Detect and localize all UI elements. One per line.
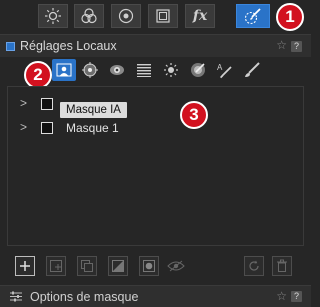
exposure-sun-icon <box>164 63 178 77</box>
control-point-tool[interactable] <box>78 59 102 81</box>
duplicate-icon <box>81 260 93 272</box>
mask-options-title: Options de masque <box>30 290 139 304</box>
crop-frame-icon <box>156 9 170 23</box>
chevron-right-icon[interactable]: > <box>20 96 27 110</box>
reset-icon <box>249 260 259 271</box>
lens-icon <box>118 8 134 24</box>
brush-tool[interactable] <box>240 59 264 81</box>
mask-visibility-checkbox[interactable] <box>41 122 53 134</box>
callout-badge-2: 2 <box>24 61 52 89</box>
callout-badge-3: 3 <box>180 101 208 129</box>
mask-overlay-button[interactable] <box>139 256 159 276</box>
svg-text:A: A <box>217 63 223 72</box>
local-mask-tool-icon <box>56 63 72 77</box>
mask-visibility-checkbox[interactable] <box>41 98 53 110</box>
local-mask-tool[interactable] <box>52 59 76 81</box>
mask-label-tooltip: Masque IA <box>60 102 127 118</box>
favorite-star-icon[interactable]: ☆ <box>276 38 287 52</box>
exposure-tool[interactable] <box>159 59 183 81</box>
chevron-right-icon[interactable]: > <box>20 120 27 134</box>
mask-list: > Masque IA > Masque 1 <box>7 86 304 246</box>
add-submask-icon <box>50 260 62 272</box>
duplicate-mask-button[interactable] <box>77 256 97 276</box>
add-submask-button[interactable] <box>46 256 66 276</box>
color-picker-tool[interactable] <box>186 59 210 81</box>
top-toolbar: fx <box>0 0 311 30</box>
control-point-icon <box>82 62 98 78</box>
eye-lens-icon <box>110 65 124 75</box>
reset-mask-button[interactable] <box>244 256 264 276</box>
sliders-icon <box>10 291 22 302</box>
auto-brush-icon: A <box>217 63 232 79</box>
mask-circle-icon <box>143 260 155 272</box>
local-adjustments-button[interactable] <box>236 4 270 28</box>
detail-button[interactable] <box>111 4 141 28</box>
mask-row-ia[interactable]: > Masque IA <box>8 93 303 118</box>
panel-toggle-icon[interactable] <box>6 42 15 51</box>
show-mask-button[interactable] <box>166 256 186 276</box>
invert-mask-button[interactable] <box>108 256 128 276</box>
color-picker-icon <box>191 63 205 77</box>
mask-options-panel-header[interactable]: Options de masque ☆ ? <box>0 285 311 307</box>
help-icon[interactable]: ? <box>291 41 302 52</box>
mask-actions-bar <box>0 250 311 282</box>
trash-icon <box>277 259 287 272</box>
color-circles-icon <box>81 8 97 24</box>
local-adjustments-panel-header[interactable]: Réglages Locaux ☆ ? <box>0 34 311 57</box>
panel-title: Réglages Locaux <box>20 39 117 53</box>
color-button[interactable] <box>74 4 104 28</box>
graduated-filter-tool[interactable] <box>132 59 156 81</box>
callout-badge-1: 1 <box>276 3 304 31</box>
eye-icon <box>167 260 185 272</box>
brush-icon <box>245 62 260 77</box>
effects-button[interactable]: fx <box>185 4 215 28</box>
auto-brush-tool[interactable]: A <box>213 59 237 81</box>
graduated-filter-icon <box>137 64 151 77</box>
brush-local-icon <box>244 8 261 25</box>
invert-icon <box>112 260 124 272</box>
eye-lens-tool[interactable] <box>105 59 129 81</box>
delete-mask-button[interactable] <box>272 256 292 276</box>
mask-row-1[interactable]: > Masque 1 <box>8 117 303 139</box>
fx-icon: fx <box>192 8 208 24</box>
plus-icon <box>20 261 30 271</box>
sun-icon <box>45 8 61 24</box>
add-mask-button[interactable] <box>15 256 35 276</box>
help-icon[interactable]: ? <box>291 291 302 302</box>
geometry-button[interactable] <box>148 4 178 28</box>
favorite-star-icon[interactable]: ☆ <box>276 289 287 303</box>
tone-button[interactable] <box>38 4 68 28</box>
mask-label: Masque 1 <box>66 121 119 135</box>
